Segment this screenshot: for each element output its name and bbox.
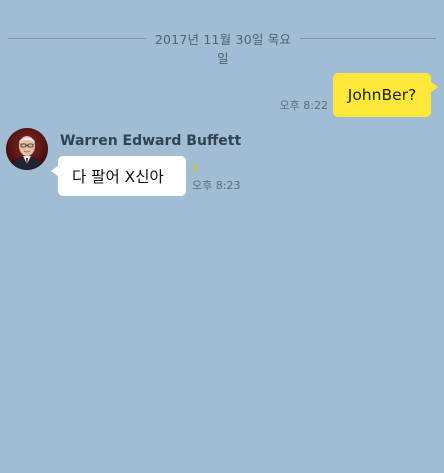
bubble-tail — [51, 165, 59, 177]
date-divider: 2017년 11월 30일 목요일 — [0, 26, 444, 66]
incoming-message-time: 오후 8:23 — [192, 179, 241, 192]
person-portrait-icon — [6, 128, 48, 170]
bubble-tail — [430, 81, 438, 93]
sender-name: Warren Edward Buffett — [60, 133, 242, 149]
outgoing-message-time: 오후 8:22 — [279, 99, 328, 112]
incoming-message-text: 다 팔어 X신아 — [72, 168, 164, 186]
incoming-message-bubble[interactable]: 다 팔어 X신아 — [51, 156, 186, 196]
avatar[interactable] — [6, 128, 48, 170]
divider-line-right — [300, 38, 436, 39]
date-text: 2017년 11월 30일 목요일 — [154, 32, 292, 66]
outgoing-message-text: JohnBer? — [347, 86, 417, 104]
outgoing-message-bubble[interactable]: JohnBer? — [333, 73, 438, 117]
divider-line-left — [8, 38, 146, 39]
unread-count-badge: 1 — [192, 163, 199, 174]
